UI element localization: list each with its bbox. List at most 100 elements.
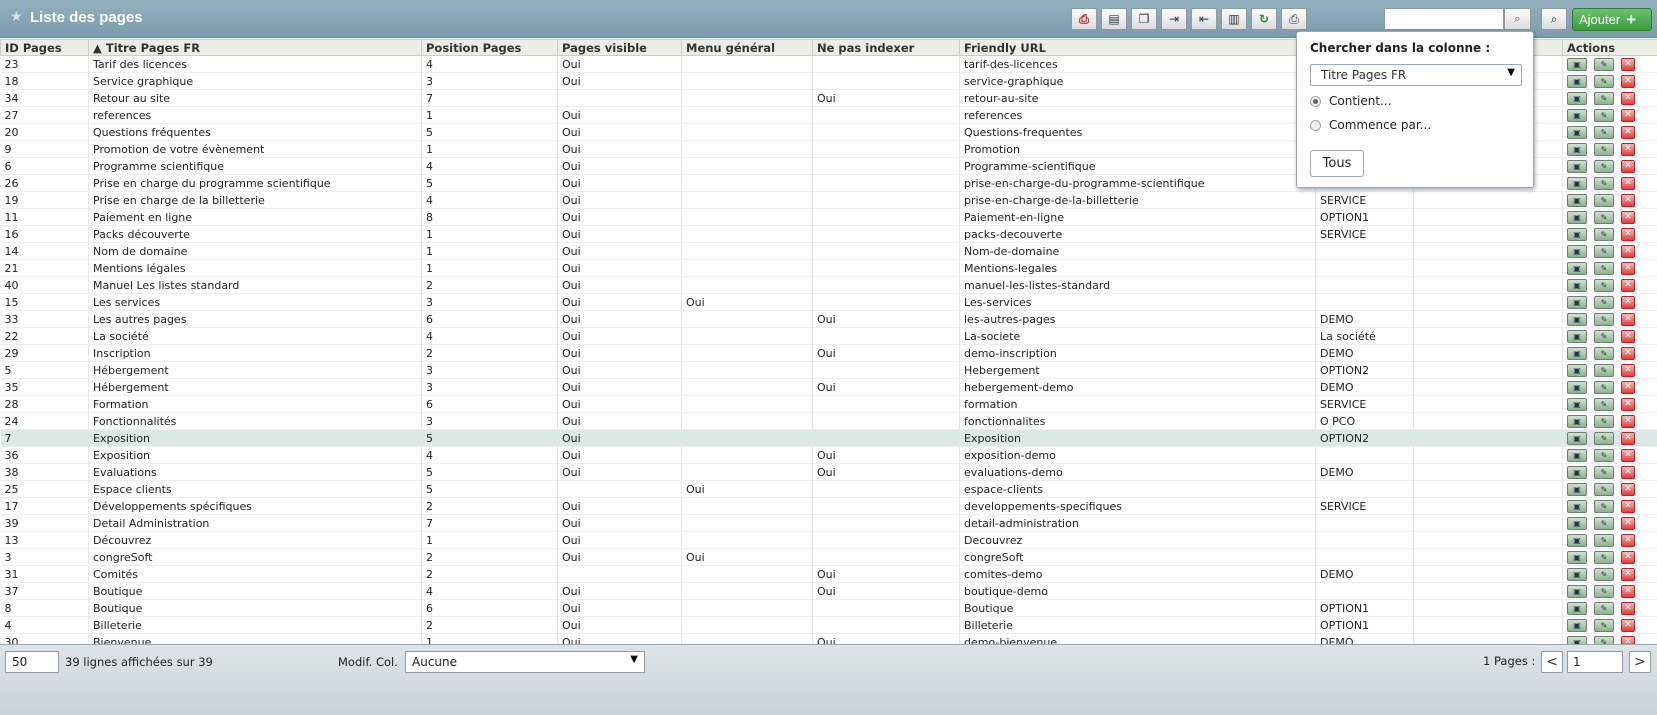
view-icon[interactable]: ▣: [1567, 278, 1587, 292]
column-header-id[interactable]: ID Pages: [0, 39, 89, 56]
delete-icon[interactable]: ✕: [1621, 176, 1635, 190]
view-icon[interactable]: ▣: [1567, 482, 1587, 496]
copy-icon[interactable]: ❐: [1131, 8, 1157, 30]
search-column-select[interactable]: Titre Pages FR ▼: [1310, 64, 1522, 86]
delete-icon[interactable]: ✕: [1621, 193, 1635, 207]
view-icon[interactable]: ▣: [1567, 176, 1587, 190]
edit-icon[interactable]: ✎: [1594, 380, 1614, 394]
edit-icon[interactable]: ✎: [1594, 244, 1614, 258]
delete-icon[interactable]: ✕: [1621, 159, 1635, 173]
table-row[interactable]: 17 Développements spécifiques 2 Oui developp…: [0, 497, 1657, 515]
edit-icon[interactable]: ✎: [1594, 618, 1614, 632]
option-starts-with[interactable]: Commence par...: [1310, 118, 1431, 132]
delete-icon[interactable]: ✕: [1621, 363, 1635, 377]
table-row[interactable]: 16 Packs découverte 1 Oui packs-decouverte SE…: [0, 225, 1657, 243]
view-icon[interactable]: ▣: [1567, 261, 1587, 275]
delete-icon[interactable]: ✕: [1621, 210, 1635, 224]
delete-icon[interactable]: ✕: [1621, 516, 1635, 530]
view-icon[interactable]: ▣: [1567, 346, 1587, 360]
view-icon[interactable]: ▣: [1567, 159, 1587, 173]
view-icon[interactable]: ▣: [1567, 74, 1587, 88]
edit-icon[interactable]: ✎: [1594, 550, 1614, 564]
delete-icon[interactable]: ✕: [1621, 533, 1635, 547]
radio-unselected-icon[interactable]: [1310, 119, 1321, 131]
view-icon[interactable]: ▣: [1567, 414, 1587, 428]
view-icon[interactable]: ▣: [1567, 329, 1587, 343]
edit-icon[interactable]: ✎: [1594, 159, 1614, 173]
edit-icon[interactable]: ✎: [1594, 448, 1614, 462]
table-row[interactable]: 24 Fonctionnalités 3 Oui fonctionnalites O PC…: [0, 412, 1657, 430]
edit-icon[interactable]: ✎: [1594, 584, 1614, 598]
view-icon[interactable]: ▣: [1567, 295, 1587, 309]
edit-icon[interactable]: ✎: [1594, 210, 1614, 224]
delete-icon[interactable]: ✕: [1621, 584, 1635, 598]
delete-icon[interactable]: ✕: [1621, 465, 1635, 479]
edit-icon[interactable]: ✎: [1594, 295, 1614, 309]
table-row[interactable]: 38 Evaluations 5 Oui Oui evaluations-demo DEMO…: [0, 463, 1657, 481]
table-row[interactable]: 13 Découvrez 1 Oui Decouvrez ▣ ✎ ✕: [0, 531, 1657, 549]
edit-icon[interactable]: ✎: [1594, 176, 1614, 190]
table-row[interactable]: 14 Nom de domaine 1 Oui Nom-de-domaine ▣ ✎ ✕: [0, 242, 1657, 260]
delete-icon[interactable]: ✕: [1621, 482, 1635, 496]
table-row[interactable]: 4 Billeterie 2 Oui Billeterie OPTION1 ▣ ✎ ✕: [0, 616, 1657, 634]
view-icon[interactable]: ▣: [1567, 601, 1587, 615]
edit-icon[interactable]: ✎: [1594, 57, 1614, 71]
table-row[interactable]: 40 Manuel Les listes standard 2 Oui manuel-l…: [0, 276, 1657, 294]
delete-icon[interactable]: ✕: [1621, 329, 1635, 343]
delete-icon[interactable]: ✕: [1621, 227, 1635, 241]
edit-icon[interactable]: ✎: [1594, 346, 1614, 360]
view-icon[interactable]: ▣: [1567, 567, 1587, 581]
edit-icon[interactable]: ✎: [1594, 91, 1614, 105]
view-icon[interactable]: ▣: [1567, 397, 1587, 411]
delete-icon[interactable]: ✕: [1621, 261, 1635, 275]
edit-icon[interactable]: ✎: [1594, 142, 1614, 156]
edit-icon[interactable]: ✎: [1594, 397, 1614, 411]
view-icon[interactable]: ▣: [1567, 227, 1587, 241]
table-row[interactable]: 19 Prise en charge de la billetterie 4 Oui p…: [0, 191, 1657, 209]
table-row[interactable]: 15 Les services 3 Oui Oui Les-services ▣ ✎ ✕: [0, 293, 1657, 311]
edit-icon[interactable]: ✎: [1594, 567, 1614, 581]
edit-icon[interactable]: ✎: [1594, 499, 1614, 513]
column-header-title[interactable]: ▲ Titre Pages FR: [88, 39, 422, 56]
table-row[interactable]: 35 Hébergement 3 Oui Oui hebergement-demo DEMO…: [0, 378, 1657, 396]
table-row[interactable]: 8 Boutique 6 Oui Boutique OPTION1 ▣ ✎ ✕: [0, 599, 1657, 617]
view-icon[interactable]: ▣: [1567, 142, 1587, 156]
column-header-position[interactable]: Position Pages: [421, 39, 558, 56]
view-icon[interactable]: ▣: [1567, 125, 1587, 139]
columns-icon[interactable]: ▥: [1221, 8, 1247, 30]
edit-icon[interactable]: ✎: [1594, 414, 1614, 428]
all-button[interactable]: Tous: [1310, 150, 1364, 177]
page-size-input[interactable]: 50: [5, 651, 59, 673]
delete-icon[interactable]: ✕: [1621, 550, 1635, 564]
edit-icon[interactable]: ✎: [1594, 227, 1614, 241]
edit-icon[interactable]: ✎: [1594, 482, 1614, 496]
table-row[interactable]: 31 Comités 2 Oui comites-demo DEMO ▣ ✎ ✕: [0, 565, 1657, 583]
delete-icon[interactable]: ✕: [1621, 108, 1635, 122]
edit-icon[interactable]: ✎: [1594, 193, 1614, 207]
table-row[interactable]: 33 Les autres pages 6 Oui Oui les-autres-page…: [0, 310, 1657, 328]
view-icon[interactable]: ▣: [1567, 516, 1587, 530]
table-row[interactable]: 7 Exposition 5 Oui Exposition OPTION2 ▣ ✎ ✕: [0, 429, 1657, 447]
export-icon[interactable]: ⇤: [1191, 8, 1217, 30]
table-row[interactable]: 39 Detail Administration 7 Oui detail-admini…: [0, 514, 1657, 532]
table-row[interactable]: 5 Hébergement 3 Oui Hebergement OPTION2 ▣ ✎ ✕: [0, 361, 1657, 379]
option-contains[interactable]: Contient...: [1310, 94, 1392, 108]
delete-icon[interactable]: ✕: [1621, 312, 1635, 326]
view-icon[interactable]: ▣: [1567, 448, 1587, 462]
edit-icon[interactable]: ✎: [1594, 533, 1614, 547]
delete-icon[interactable]: ✕: [1621, 499, 1635, 513]
delete-icon[interactable]: ✕: [1621, 380, 1635, 394]
view-icon[interactable]: ▣: [1567, 499, 1587, 513]
delete-icon[interactable]: ✕: [1621, 74, 1635, 88]
import-icon[interactable]: ⇥: [1161, 8, 1187, 30]
view-icon[interactable]: ▣: [1567, 550, 1587, 564]
delete-icon[interactable]: ✕: [1621, 414, 1635, 428]
edit-icon[interactable]: ✎: [1594, 601, 1614, 615]
delete-icon[interactable]: ✕: [1621, 618, 1635, 632]
delete-icon[interactable]: ✕: [1621, 91, 1635, 105]
view-icon[interactable]: ▣: [1567, 312, 1587, 326]
view-icon[interactable]: ▣: [1567, 380, 1587, 394]
edit-icon[interactable]: ✎: [1594, 108, 1614, 122]
delete-icon[interactable]: ✕: [1621, 448, 1635, 462]
delete-icon[interactable]: ✕: [1621, 125, 1635, 139]
